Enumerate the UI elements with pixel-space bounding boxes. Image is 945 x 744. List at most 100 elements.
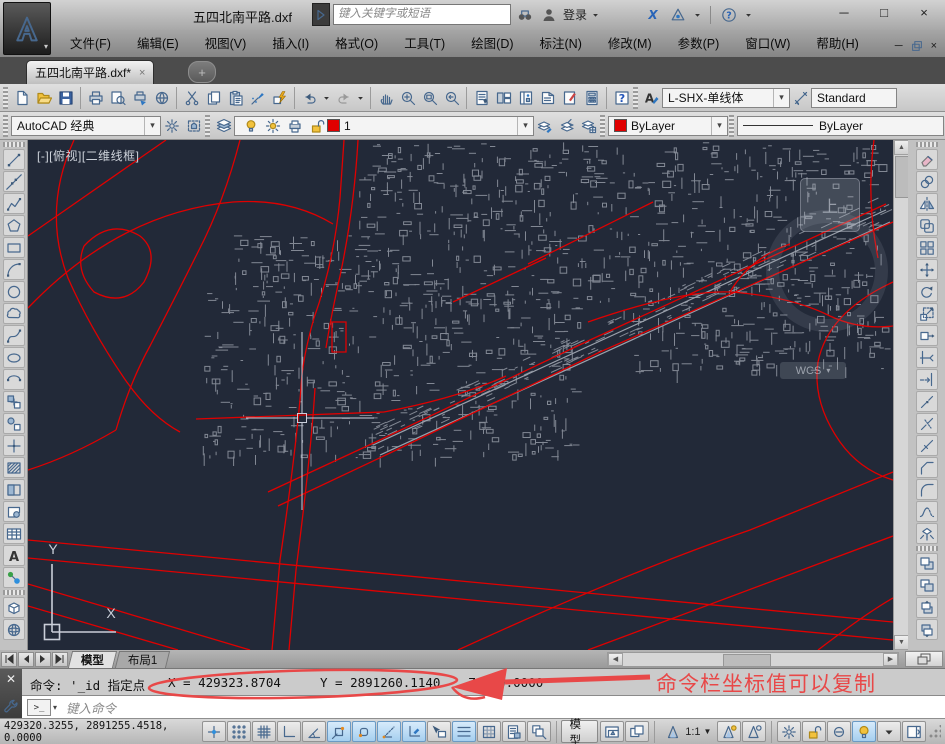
command-input-line[interactable]: >_ ▾ 键入命令 xyxy=(22,695,945,719)
ellipse-arc-icon[interactable] xyxy=(2,369,25,390)
next-tab-button[interactable] xyxy=(35,651,51,667)
toolbar-grip[interactable] xyxy=(633,86,638,109)
toolbar-grip[interactable] xyxy=(916,546,938,551)
login-button[interactable]: 登录 xyxy=(563,6,587,23)
grid-snap-icon[interactable] xyxy=(226,721,251,742)
tab-close-icon[interactable]: × xyxy=(139,67,145,79)
file-tab[interactable]: 五四北南平路.dxf* × xyxy=(26,60,155,84)
statusbar-resize-grip[interactable] xyxy=(928,724,941,739)
dynamic-ucs-icon[interactable] xyxy=(401,721,426,742)
object-snap-icon[interactable] xyxy=(326,721,351,742)
menu-item[interactable]: 修改(M) xyxy=(595,31,665,57)
horizontal-scroll-thumb[interactable] xyxy=(723,653,771,667)
toolbar-grip[interactable] xyxy=(3,86,8,109)
toolbar-grip[interactable] xyxy=(916,142,938,147)
explode-icon[interactable] xyxy=(916,523,938,544)
line-icon[interactable] xyxy=(2,149,25,170)
workspace-settings-icon[interactable] xyxy=(161,115,182,137)
send-to-back-icon[interactable] xyxy=(916,575,938,596)
design-center-icon[interactable] xyxy=(493,87,514,109)
clean-screen-icon[interactable] xyxy=(902,721,927,742)
toolbar-grip[interactable] xyxy=(2,142,25,147)
cut-icon[interactable] xyxy=(181,87,202,109)
qnew-icon[interactable] xyxy=(11,87,32,109)
last-tab-button[interactable] xyxy=(52,651,68,667)
layer-states-manager-icon[interactable] xyxy=(534,115,555,137)
help-icon[interactable]: ? xyxy=(611,87,632,109)
modeling-box-icon[interactable] xyxy=(2,597,25,618)
scroll-left-button[interactable]: ◀ xyxy=(608,652,623,666)
multiline-text-icon[interactable]: A xyxy=(2,545,25,566)
model-tab[interactable]: 模型 xyxy=(67,650,118,668)
layer-previous-icon[interactable] xyxy=(556,115,577,137)
menu-item[interactable]: 视图(V) xyxy=(192,31,260,57)
viewcube-wcs-menu[interactable]: WCS ▾ xyxy=(780,362,846,379)
help-icon[interactable]: ? xyxy=(718,4,739,26)
combo-caret-icon[interactable]: ▾ xyxy=(773,88,789,107)
linetype-combo[interactable]: ByLayer xyxy=(737,115,944,136)
exchange-apps-icon[interactable]: X xyxy=(642,4,663,26)
menu-item[interactable]: 工具(T) xyxy=(391,31,458,57)
command-window-titlebar[interactable]: ✕ xyxy=(0,669,22,719)
undo-icon[interactable] xyxy=(299,87,320,109)
login-caret-icon[interactable] xyxy=(590,4,601,26)
menu-item[interactable]: 编辑(E) xyxy=(124,31,192,57)
layer-thaw-icon[interactable] xyxy=(262,115,283,137)
doc-minimize-button[interactable]: ─ xyxy=(895,40,903,52)
erase-icon[interactable] xyxy=(916,149,938,170)
join-icon[interactable] xyxy=(916,435,938,456)
close-button[interactable]: × xyxy=(909,2,939,22)
annotation-visibility-icon[interactable] xyxy=(717,721,742,742)
combo-caret-icon[interactable]: ▾ xyxy=(144,116,160,135)
open-icon[interactable] xyxy=(33,87,54,109)
drawing-canvas[interactable]: Y X [-][俯视][二维线框] 上 WCS ▾ xyxy=(28,140,893,650)
revision-cloud-icon[interactable] xyxy=(2,303,25,324)
quick-calculator-icon[interactable] xyxy=(581,87,602,109)
help-caret-icon[interactable] xyxy=(743,4,754,26)
arc-icon[interactable] xyxy=(2,259,25,280)
sheet-set-manager-icon[interactable] xyxy=(537,87,558,109)
properties-palette-icon[interactable] xyxy=(471,87,492,109)
polar-tracking-icon[interactable] xyxy=(301,721,326,742)
fillet-icon[interactable] xyxy=(916,479,938,500)
search-go-button[interactable] xyxy=(312,3,330,26)
command-close-icon[interactable]: ✕ xyxy=(6,672,16,686)
bring-to-front-icon[interactable] xyxy=(916,553,938,574)
rectangle-icon[interactable] xyxy=(2,237,25,258)
layer-combo[interactable]: 1 ▾ xyxy=(234,115,534,137)
command-customize-icon[interactable] xyxy=(2,698,20,716)
mirror-icon[interactable] xyxy=(916,193,938,214)
update-fields-icon[interactable] xyxy=(269,87,290,109)
annotation-autoscale-icon[interactable] xyxy=(742,721,767,742)
redo-dropdown-icon[interactable] xyxy=(355,87,366,109)
construction-line-icon[interactable] xyxy=(2,171,25,192)
toolbar-grip[interactable] xyxy=(729,114,734,137)
selection-cycling-icon[interactable] xyxy=(526,721,551,742)
search-icon[interactable] xyxy=(514,4,535,26)
menu-item[interactable]: 参数(P) xyxy=(665,31,733,57)
workspace-combo[interactable]: AutoCAD 经典 ▾ xyxy=(11,115,161,136)
command-prompt-icon[interactable]: >_ xyxy=(27,699,51,716)
user-icon[interactable] xyxy=(538,4,559,26)
maximize-button[interactable]: □ xyxy=(869,2,899,22)
gradient-icon[interactable] xyxy=(2,479,25,500)
polyline-icon[interactable] xyxy=(2,193,25,214)
vertical-scroll-thumb[interactable] xyxy=(895,156,909,198)
layer-on-icon[interactable] xyxy=(240,115,261,137)
trim-icon[interactable] xyxy=(916,347,938,368)
object-snap-3d-icon[interactable] xyxy=(351,721,376,742)
doc-close-button[interactable]: × xyxy=(931,40,937,52)
text-style-icon[interactable]: A xyxy=(641,87,662,109)
layer-properties-icon[interactable] xyxy=(213,115,234,137)
viewcube[interactable]: 上 xyxy=(800,178,860,232)
ellipse-icon[interactable] xyxy=(2,347,25,368)
minimize-button[interactable]: ─ xyxy=(829,2,859,22)
redo-icon[interactable] xyxy=(333,87,354,109)
region-icon[interactable] xyxy=(2,501,25,522)
toolbar-grip[interactable] xyxy=(600,114,605,137)
layer-plot-icon[interactable] xyxy=(284,115,305,137)
model-space-button[interactable]: 模型 xyxy=(561,719,599,744)
menu-item[interactable]: 格式(O) xyxy=(322,31,391,57)
menu-item[interactable]: 标注(N) xyxy=(527,31,595,57)
chamfer-icon[interactable] xyxy=(916,457,938,478)
